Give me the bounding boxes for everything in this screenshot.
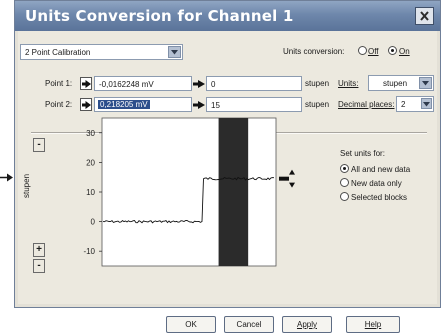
point1-raw-input[interactable]: -0,0162248 mV — [94, 76, 192, 91]
right-arrow-icon — [82, 80, 91, 88]
y-tick-label-2: 10 — [86, 188, 95, 197]
units-off-label[interactable]: Off — [368, 47, 379, 56]
zoom-out-button[interactable]: - — [33, 138, 45, 152]
selected-block-region — [218, 118, 249, 266]
point2-unit-label: stupen — [305, 100, 330, 109]
decimal-places-value: 2 — [401, 100, 406, 109]
point1-converted-input[interactable]: 0 — [206, 76, 302, 91]
point2-pick-button[interactable] — [80, 98, 92, 111]
y-tick-label-3: 0 — [91, 218, 96, 227]
set-units-new-radio[interactable] — [340, 178, 349, 187]
point2-raw-input[interactable]: 0,218205 mV — [94, 97, 192, 112]
set-units-for-label: Set units for: — [340, 149, 385, 158]
plot-y-axis-label: stupen — [22, 173, 31, 198]
units-dropdown-button[interactable] — [419, 77, 432, 89]
decimal-places-input[interactable]: 2 — [396, 96, 434, 112]
point2-label: Point 2: — [45, 100, 73, 109]
zoom-in-button[interactable]: + — [33, 243, 45, 257]
point1-pick-button[interactable] — [80, 77, 92, 90]
set-units-selected-radio[interactable] — [340, 192, 349, 201]
set-units-new-label[interactable]: New data only — [351, 179, 402, 188]
point1-label: Point 1: — [45, 79, 73, 88]
point1-raw-value: -0,0162248 mV — [99, 80, 154, 89]
marker-arrows-icon — [279, 169, 295, 188]
calibration-dropdown-button[interactable] — [168, 46, 181, 58]
point2-raw-value: 0,218205 mV — [98, 100, 150, 109]
units-select[interactable]: stupen — [368, 75, 434, 91]
decimal-places-label: Decimal places: — [338, 100, 395, 109]
units-on-radio[interactable] — [388, 46, 397, 55]
plot-area — [101, 117, 277, 267]
calibration-mode-select[interactable]: 2 Point Calibration — [20, 44, 183, 60]
zoom-out-button-lower[interactable]: - — [33, 259, 45, 273]
cancel-button[interactable]: Cancel — [224, 316, 274, 333]
right-arrow-icon — [193, 101, 205, 109]
point2-converted-value: 15 — [211, 101, 220, 110]
chevron-down-icon — [171, 50, 178, 55]
units-off-radio[interactable] — [358, 46, 367, 55]
set-units-all-label[interactable]: All and new data — [351, 165, 410, 174]
chevron-down-icon — [422, 81, 429, 86]
help-button[interactable]: Help — [346, 316, 400, 333]
y-tick-label-0: 30 — [86, 129, 95, 138]
apply-button[interactable]: Apply — [282, 316, 332, 333]
set-units-all-radio[interactable] — [340, 164, 349, 173]
point1-converted-value: 0 — [211, 80, 216, 89]
y-tick-label-4: -10 — [83, 247, 95, 256]
close-icon — [420, 11, 429, 21]
units-value: stupen — [383, 79, 408, 88]
dialog-title: Units Conversion for Channel 1 — [25, 7, 294, 25]
units-on-label[interactable]: On — [399, 47, 410, 56]
signal-plot[interactable]: 30 20 10 0 -10 — [66, 116, 309, 268]
set-units-selected-label[interactable]: Selected blocks — [351, 193, 407, 202]
ok-button[interactable]: OK — [166, 316, 216, 333]
units-label: Units: — [338, 79, 359, 88]
right-arrow-icon — [193, 80, 205, 88]
external-arrow-icon — [0, 173, 13, 182]
point2-converted-input[interactable]: 15 — [206, 97, 302, 112]
point1-unit-label: stupen — [305, 79, 330, 88]
calibration-mode-value: 2 Point Calibration — [25, 48, 91, 57]
decimal-places-spin-button[interactable] — [421, 98, 432, 109]
close-button[interactable] — [415, 7, 434, 25]
title-bar[interactable]: Units Conversion for Channel 1 — [15, 1, 440, 31]
units-conversion-label: Units conversion: — [283, 47, 345, 56]
chevron-down-icon — [423, 102, 430, 107]
y-tick-label-1: 20 — [86, 158, 95, 167]
right-arrow-icon — [82, 101, 91, 109]
